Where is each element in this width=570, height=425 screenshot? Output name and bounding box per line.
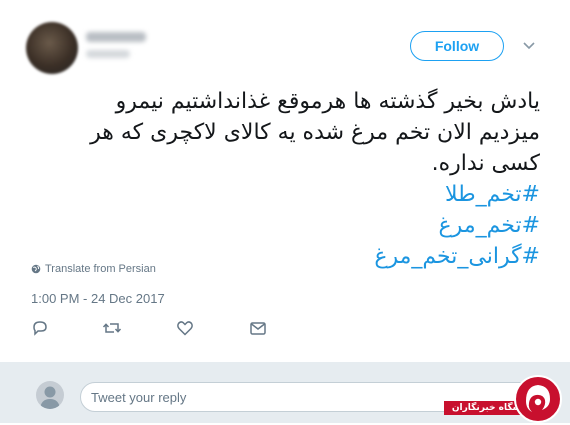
translate-label: Translate from Persian (45, 263, 156, 275)
tweet-card: Follow یادش بخیر گذشته ها هرموقع غذانداش… (0, 0, 570, 362)
avatar[interactable] (26, 22, 78, 74)
logo-icon (526, 385, 550, 412)
display-name-blurred[interactable] (86, 32, 146, 42)
retweet-icon[interactable] (102, 318, 122, 338)
username-blurred[interactable] (86, 50, 130, 58)
reply-icon[interactable] (30, 318, 50, 338)
tweet-text-line: یادش بخیر گذشته ها هرموقع غذانداشتیم نیم… (115, 89, 540, 114)
timestamp[interactable]: 1:00 PM - 24 Dec 2017 (31, 291, 165, 306)
translate-link[interactable]: Translate from Persian (31, 263, 156, 275)
chevron-down-icon[interactable] (522, 38, 536, 52)
follow-button[interactable]: Follow (410, 31, 504, 61)
reply-avatar (36, 381, 64, 409)
watermark-circle (514, 375, 562, 423)
default-avatar-icon (40, 386, 60, 409)
hashtag-link[interactable]: #تخم_طلا (30, 179, 540, 210)
tweet-text-line: کسی نداره. (431, 151, 540, 176)
message-icon[interactable] (248, 318, 268, 338)
globe-icon (31, 264, 41, 274)
tweet-text-line: میزدیم الان تخم مرغ شده یه کالای لاکچری … (90, 120, 540, 145)
like-icon[interactable] (175, 318, 195, 338)
watermark-logo: باشگاه خبرنگاران (444, 369, 570, 423)
tweet-text: یادش بخیر گذشته ها هرموقع غذانداشتیم نیم… (30, 86, 540, 272)
hashtag-link[interactable]: #تخم_مرغ (30, 210, 540, 241)
